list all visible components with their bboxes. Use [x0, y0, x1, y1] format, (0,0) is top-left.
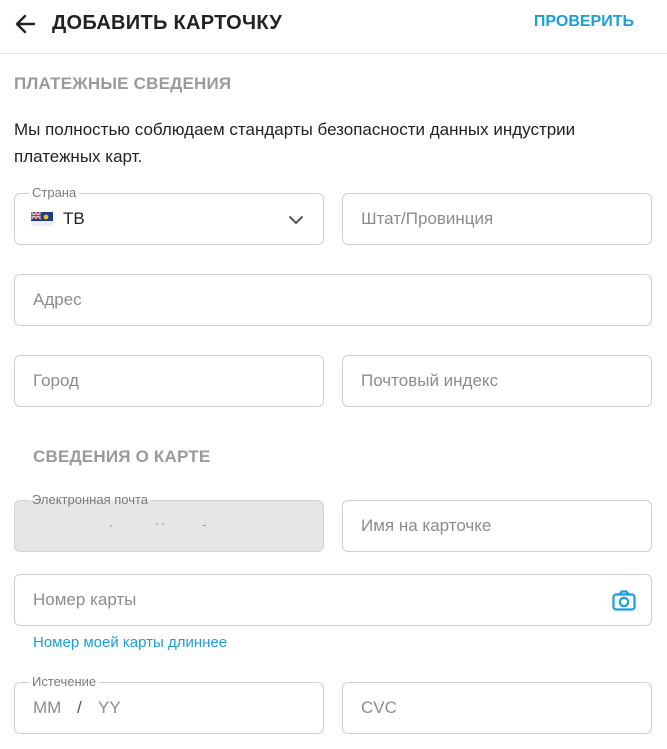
name-on-card-placeholder: Имя на карточке	[361, 516, 492, 535]
state-province-field[interactable]: Штат/Провинция	[342, 193, 652, 245]
verify-button[interactable]: ПРОВЕРИТЬ	[534, 13, 634, 31]
flag-icon	[31, 212, 53, 226]
card-section-title: СВЕДЕНИЯ О КАРТЕ	[33, 447, 211, 466]
camera-icon[interactable]	[611, 588, 637, 614]
email-field: Электронная почта	[14, 492, 324, 552]
country-select[interactable]: Страна TB	[14, 185, 324, 245]
expiry-label: Истечение	[29, 674, 100, 690]
security-info-text: Мы полностью соблюдаем стандарты безопас…	[14, 120, 576, 166]
arrow-left-icon	[15, 14, 36, 34]
back-button[interactable]	[10, 8, 42, 40]
page-title: ДОБАВИТЬ КАРТОЧКУ	[52, 12, 283, 34]
city-placeholder: Город	[33, 371, 79, 390]
name-on-card-field[interactable]: Имя на карточке	[342, 500, 652, 552]
city-field[interactable]: Город	[14, 355, 324, 407]
chevron-down-icon	[289, 216, 303, 224]
longer-card-number-link[interactable]: Номер моей карты длиннее	[33, 634, 227, 651]
email-label: Электронная почта	[29, 492, 152, 508]
address-field[interactable]: Адрес	[14, 274, 652, 326]
card-number-placeholder: Номер карты	[33, 590, 137, 609]
country-label: Страна	[29, 185, 80, 201]
expiry-year-placeholder: YY	[98, 698, 121, 717]
country-value: TB	[63, 209, 85, 228]
expiry-field[interactable]: Истечение MM / YY	[14, 674, 324, 734]
cvc-field[interactable]: CVC	[342, 682, 652, 734]
address-placeholder: Адрес	[33, 290, 82, 309]
expiry-month-placeholder: MM	[33, 698, 62, 717]
cvc-placeholder: CVC	[361, 698, 397, 717]
billing-section-title: ПЛАТЕЖНЫЕ СВЕДЕНИЯ	[14, 74, 232, 93]
header-bar: ДОБАВИТЬ КАРТОЧКУ ПРОВЕРИТЬ	[0, 0, 667, 54]
card-number-field[interactable]: Номер карты	[14, 574, 652, 626]
zip-code-placeholder: Почтовый индекс	[361, 371, 499, 390]
state-province-placeholder: Штат/Провинция	[361, 209, 494, 228]
redacted-email-value	[110, 523, 206, 527]
zip-code-field[interactable]: Почтовый индекс	[342, 355, 652, 407]
expiry-separator: /	[77, 698, 82, 717]
